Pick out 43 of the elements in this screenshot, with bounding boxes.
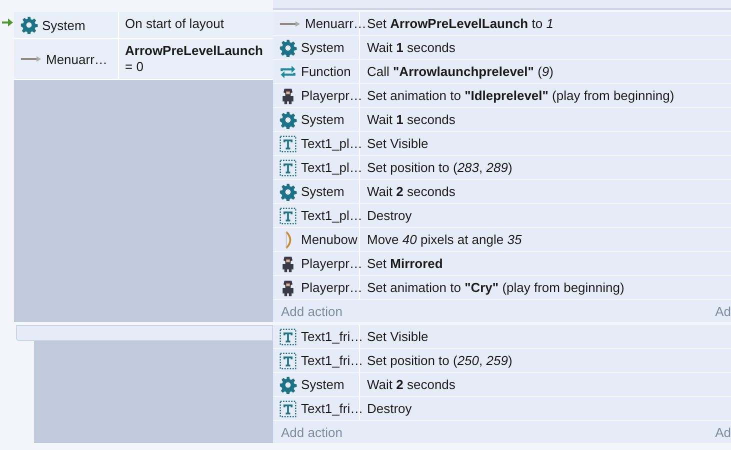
action-text[interactable]: Destroy: [360, 208, 412, 223]
object-name: System: [301, 184, 344, 199]
text-object-icon: [279, 400, 297, 418]
action-text[interactable]: Wait 1 seconds: [360, 112, 456, 127]
condition-text[interactable]: On start of layout: [119, 12, 273, 38]
arrow-icon: [279, 20, 301, 28]
object-name: Menuarr…: [305, 16, 366, 31]
object-name: System: [301, 112, 344, 127]
arrow-icon: [20, 55, 42, 63]
gear-icon: [20, 16, 38, 34]
text-object-icon: [279, 328, 297, 346]
object-name: Function: [301, 64, 351, 79]
object-name: System: [301, 377, 344, 392]
text-object-icon: [279, 158, 297, 176]
action-text[interactable]: Set Visible: [360, 136, 428, 151]
condition-text[interactable]: ArrowPreLevelLaunch = 0: [119, 39, 273, 79]
action-text[interactable]: Wait 2 seconds: [360, 184, 456, 199]
action-text[interactable]: Set position to (283, 289): [360, 160, 512, 175]
text-object-icon: [279, 352, 297, 370]
gear-icon: [279, 110, 297, 128]
action-text[interactable]: Set animation to "Cry" (play from beginning): [360, 280, 624, 295]
object-name: Text1_pl…: [301, 160, 362, 175]
action-text[interactable]: Wait 2 seconds: [360, 377, 456, 392]
object-name: System: [301, 40, 344, 55]
object-name: Playerpr…: [301, 256, 362, 271]
action-text[interactable]: Call "Arrowlaunchprelevel" (9): [360, 64, 554, 79]
object-name: Playerpr…: [301, 88, 362, 103]
bow-icon: [285, 230, 292, 248]
object-name: Playerpr…: [301, 280, 362, 295]
object-name: Text1_pl…: [301, 136, 362, 151]
action-text[interactable]: Move 40 pixels at angle 35: [360, 232, 522, 247]
object-name: Text1_pl…: [301, 208, 362, 223]
action-text[interactable]: Set Mirrored: [360, 256, 443, 271]
action-text[interactable]: Set animation to "Idleprelevel" (play from beginning): [360, 88, 674, 103]
action-text[interactable]: Wait 1 seconds: [360, 40, 456, 55]
text-object-icon: [279, 206, 297, 224]
text-object-icon: [279, 134, 297, 152]
gear-icon: [279, 182, 297, 200]
gear-icon: [279, 38, 297, 56]
object-name: System: [42, 18, 86, 32]
gear-icon: [279, 376, 297, 394]
object-name: Menubow: [301, 232, 358, 247]
object-name: Menuarr…: [46, 52, 108, 66]
